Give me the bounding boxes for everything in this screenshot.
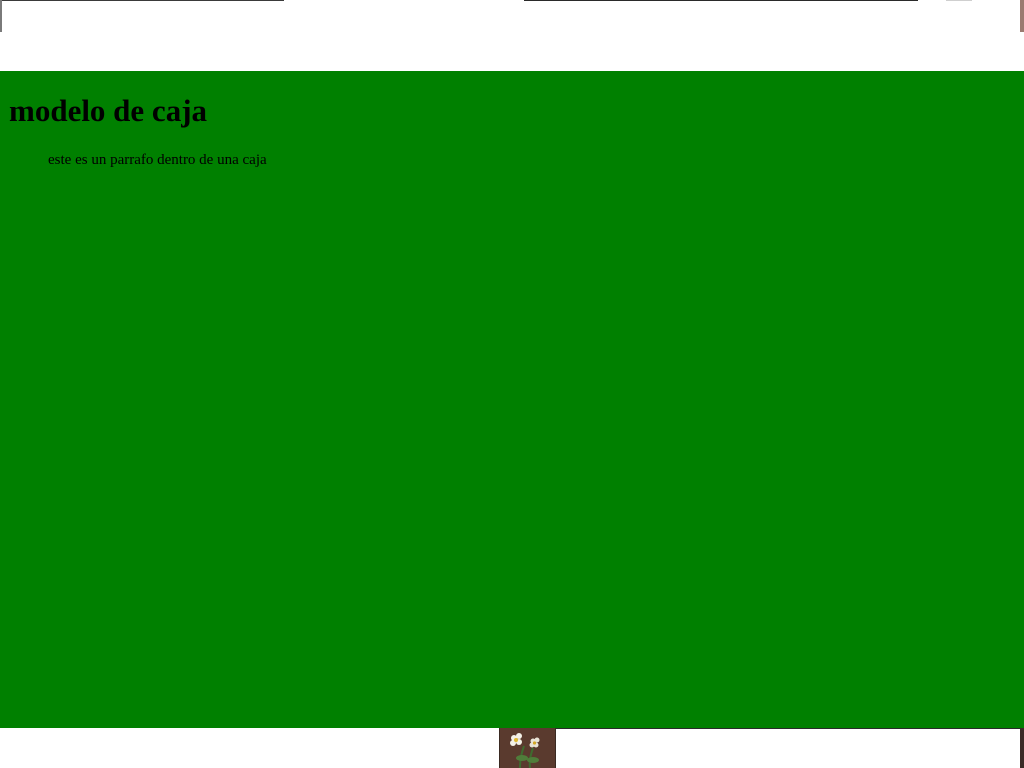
top-right-edge xyxy=(1020,0,1024,32)
bottom-taskbar-strip xyxy=(0,728,1024,768)
bottom-border-segment xyxy=(556,728,1020,729)
page-heading: modelo de caja xyxy=(9,93,208,128)
taskbar-thumbnail[interactable] xyxy=(499,728,556,768)
box-paragraph: este es un parrafo dentro de una caja xyxy=(48,152,267,168)
top-border-segment xyxy=(946,0,972,1)
top-border-segment xyxy=(2,0,284,1)
top-window-strip xyxy=(0,0,1024,71)
bottom-right-edge xyxy=(1020,728,1024,768)
screen: modelo de caja este es un parrafo dentro… xyxy=(0,0,1024,768)
top-left-edge xyxy=(0,0,2,32)
green-content-box xyxy=(0,71,1024,728)
top-border-segment xyxy=(524,0,918,1)
flower-plant-icon xyxy=(500,728,555,768)
